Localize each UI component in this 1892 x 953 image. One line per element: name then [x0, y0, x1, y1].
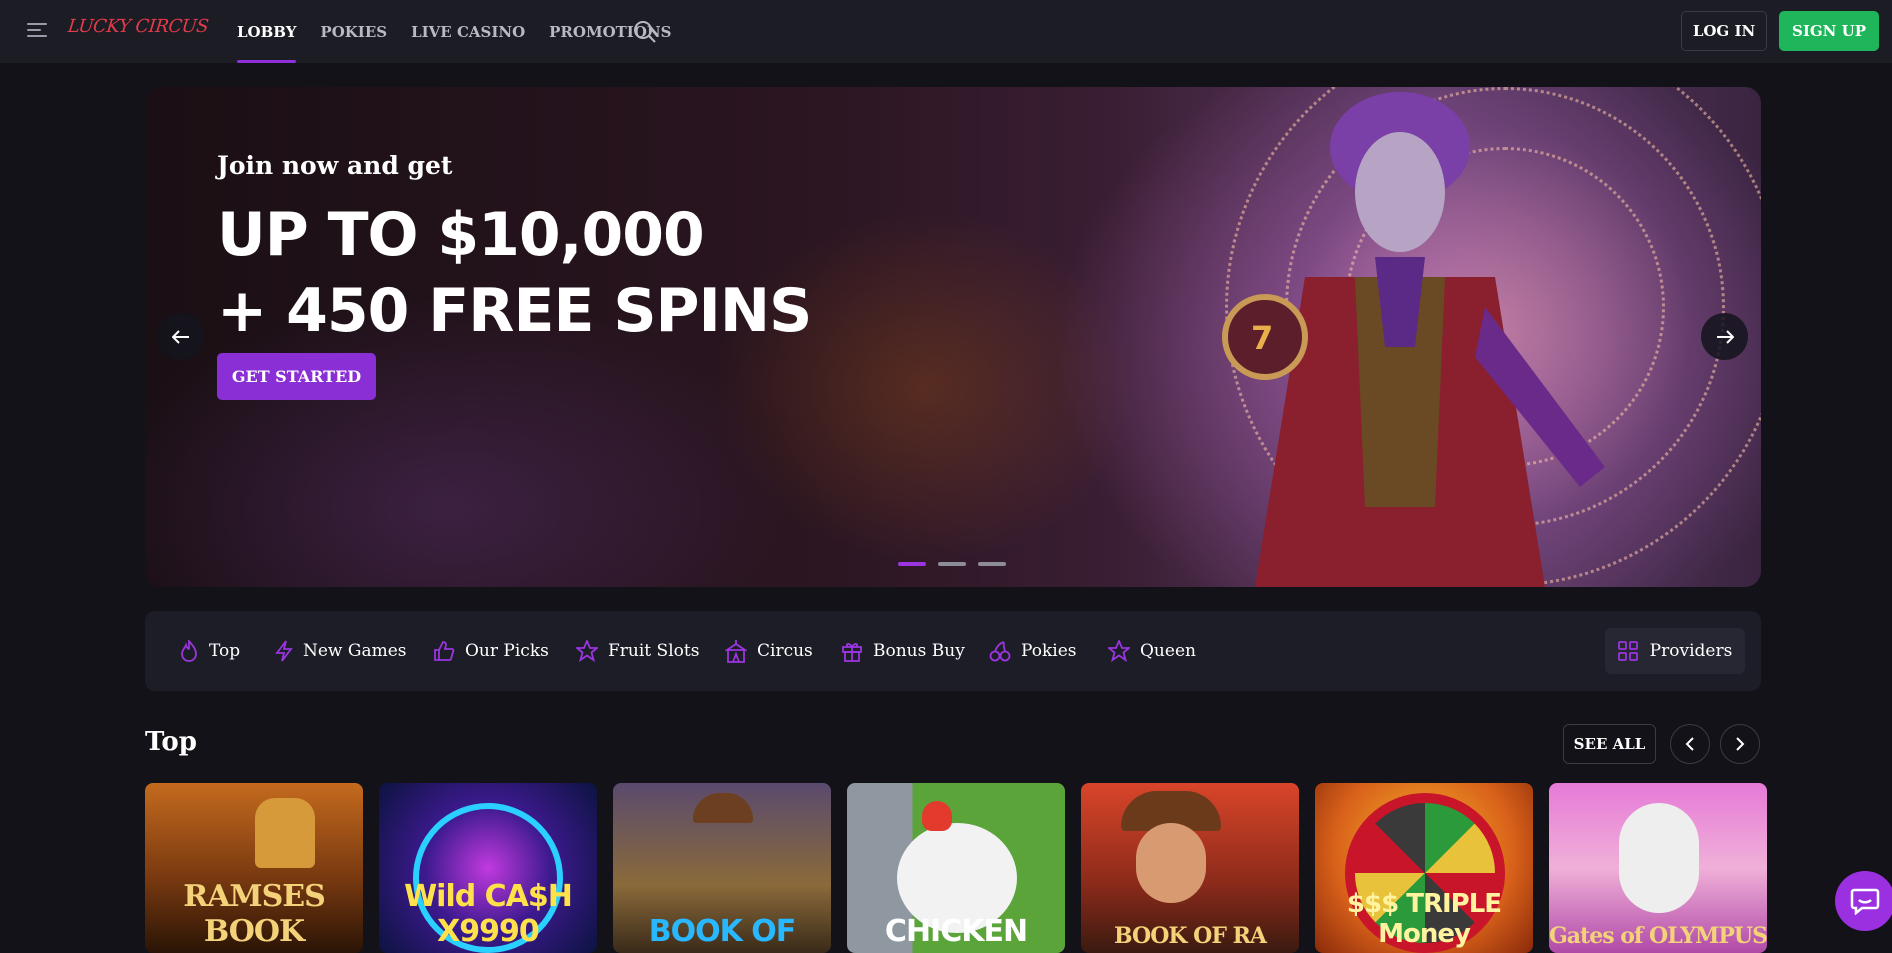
arrow-left-icon	[171, 329, 189, 344]
category-label: Fruit Slots	[608, 641, 700, 661]
providers-label: Providers	[1649, 641, 1733, 661]
svg-text:7: 7	[1251, 319, 1273, 357]
login-button[interactable]: LOG IN	[1681, 11, 1767, 51]
game-title: CHICKEN	[884, 914, 1028, 949]
category-top[interactable]: Top	[179, 611, 240, 691]
game-tile[interactable]: CHICKEN	[847, 783, 1065, 953]
hero-subtitle: Join now and get	[217, 151, 453, 180]
gift-icon	[842, 643, 862, 662]
lightning-icon	[275, 640, 293, 662]
hamburger-menu-icon[interactable]	[27, 19, 49, 43]
game-title: Gates of OLYMPUS	[1549, 923, 1767, 949]
hero-banner[interactable]: 7 Join now and get UP TO $10,000 + 450 F…	[145, 87, 1761, 587]
chevron-right-icon	[1736, 737, 1745, 751]
nav-pokies[interactable]: POKIES	[320, 0, 387, 63]
category-label: New Games	[303, 641, 407, 661]
category-circus[interactable]: Circus	[725, 611, 813, 691]
category-bonus-buy[interactable]: Bonus Buy	[841, 611, 965, 691]
flame-icon	[181, 640, 197, 662]
chat-button[interactable]	[1835, 871, 1892, 931]
game-title: BOOK OF	[648, 914, 797, 949]
chevron-left-icon	[1685, 737, 1694, 751]
slide-indicators	[898, 562, 1018, 566]
see-all-button[interactable]: SEE ALL	[1563, 724, 1656, 764]
slide-dot[interactable]	[938, 562, 966, 566]
game-tile[interactable]: BOOK OF	[613, 783, 831, 953]
hero-title: UP TO $10,000 + 450 FREE SPINS	[217, 197, 812, 349]
top-header: LUCKY CIRCUS LOBBY POKIES LIVE CASINO PR…	[0, 0, 1892, 63]
category-bar: Top New Games Our Picks Fruit Slots Circ…	[145, 611, 1761, 691]
slide-dot[interactable]	[898, 562, 926, 566]
game-tile[interactable]: RAMSES BOOK	[145, 783, 363, 953]
game-tile[interactable]: Gates of OLYMPUS	[1549, 783, 1767, 953]
category-label: Top	[209, 641, 241, 661]
logo[interactable]: LUCKY CIRCUS	[67, 16, 209, 37]
star-icon	[1108, 640, 1130, 662]
cherries-icon	[989, 641, 1011, 662]
category-queen[interactable]: Queen	[1108, 611, 1196, 691]
game-title: RAMSES BOOK	[183, 879, 326, 949]
hero-next-button[interactable]	[1701, 313, 1748, 360]
thumbs-up-icon	[434, 641, 455, 661]
category-new-games[interactable]: New Games	[275, 611, 407, 691]
category-label: Bonus Buy	[873, 641, 965, 661]
arrow-right-icon	[1716, 329, 1734, 344]
carousel-next-button[interactable]	[1720, 724, 1760, 764]
category-our-picks[interactable]: Our Picks	[433, 611, 549, 691]
providers-button[interactable]: Providers	[1605, 628, 1745, 674]
main-nav: LOBBY POKIES LIVE CASINO PROMOTIONS	[237, 0, 695, 63]
circus-tent-icon	[725, 640, 747, 663]
category-pokies[interactable]: Pokies	[989, 611, 1077, 691]
carousel-prev-button[interactable]	[1670, 724, 1710, 764]
nav-live-casino[interactable]: LIVE CASINO	[411, 0, 525, 63]
game-title: BOOK OF RA	[1114, 923, 1267, 949]
category-label: Our Picks	[465, 641, 549, 661]
search-icon[interactable]	[633, 20, 657, 44]
section-title-top: Top	[145, 727, 197, 757]
category-label: Queen	[1140, 641, 1196, 661]
star-icon	[576, 640, 598, 662]
hero-title-line2: + 450 FREE SPINS	[217, 276, 812, 346]
chat-bubble-icon	[1850, 888, 1880, 915]
category-label: Circus	[757, 641, 813, 661]
game-title: Wild CA$H X9990	[404, 879, 573, 949]
category-label: Pokies	[1021, 641, 1077, 661]
nav-lobby[interactable]: LOBBY	[237, 0, 297, 63]
grid-icon	[1617, 641, 1638, 661]
ringmaster-illustration: 7	[1222, 92, 1605, 587]
signup-button[interactable]: SIGN UP	[1779, 11, 1879, 51]
hero-prev-button[interactable]	[157, 313, 204, 360]
game-tile[interactable]: Wild CA$H X9990	[379, 783, 597, 953]
game-title: $$$ TRIPLE Money	[1346, 889, 1502, 949]
hero-title-line1: UP TO $10,000	[217, 200, 705, 270]
get-started-button[interactable]: GET STARTED	[217, 353, 376, 400]
category-fruit-slots[interactable]: Fruit Slots	[576, 611, 699, 691]
game-tile[interactable]: BOOK OF RA	[1081, 783, 1299, 953]
slide-dot[interactable]	[978, 562, 1006, 566]
game-tile[interactable]: $$$ TRIPLE Money	[1315, 783, 1533, 953]
